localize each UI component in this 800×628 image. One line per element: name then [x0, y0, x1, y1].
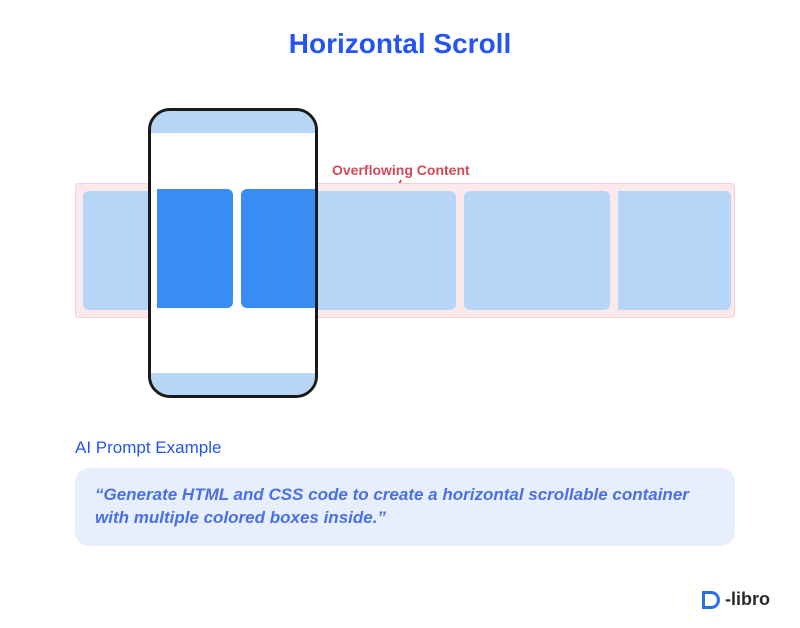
prompt-text: “Generate HTML and CSS code to create a …	[95, 484, 715, 530]
phone-viewport-frame	[148, 108, 318, 398]
phone-nav-bar	[151, 373, 315, 395]
prompt-section-label: AI Prompt Example	[75, 438, 735, 458]
page-title: Horizontal Scroll	[0, 28, 800, 60]
visible-box	[241, 189, 315, 308]
prompt-example-section: AI Prompt Example “Generate HTML and CSS…	[75, 438, 735, 546]
visible-box	[157, 189, 233, 308]
content-box	[618, 191, 731, 310]
overflow-annotation: Overflowing Content	[332, 162, 470, 178]
phone-status-bar	[151, 111, 315, 133]
content-box	[83, 191, 148, 310]
content-box	[464, 191, 610, 310]
prompt-box: “Generate HTML and CSS code to create a …	[75, 468, 735, 546]
content-box	[310, 191, 456, 310]
